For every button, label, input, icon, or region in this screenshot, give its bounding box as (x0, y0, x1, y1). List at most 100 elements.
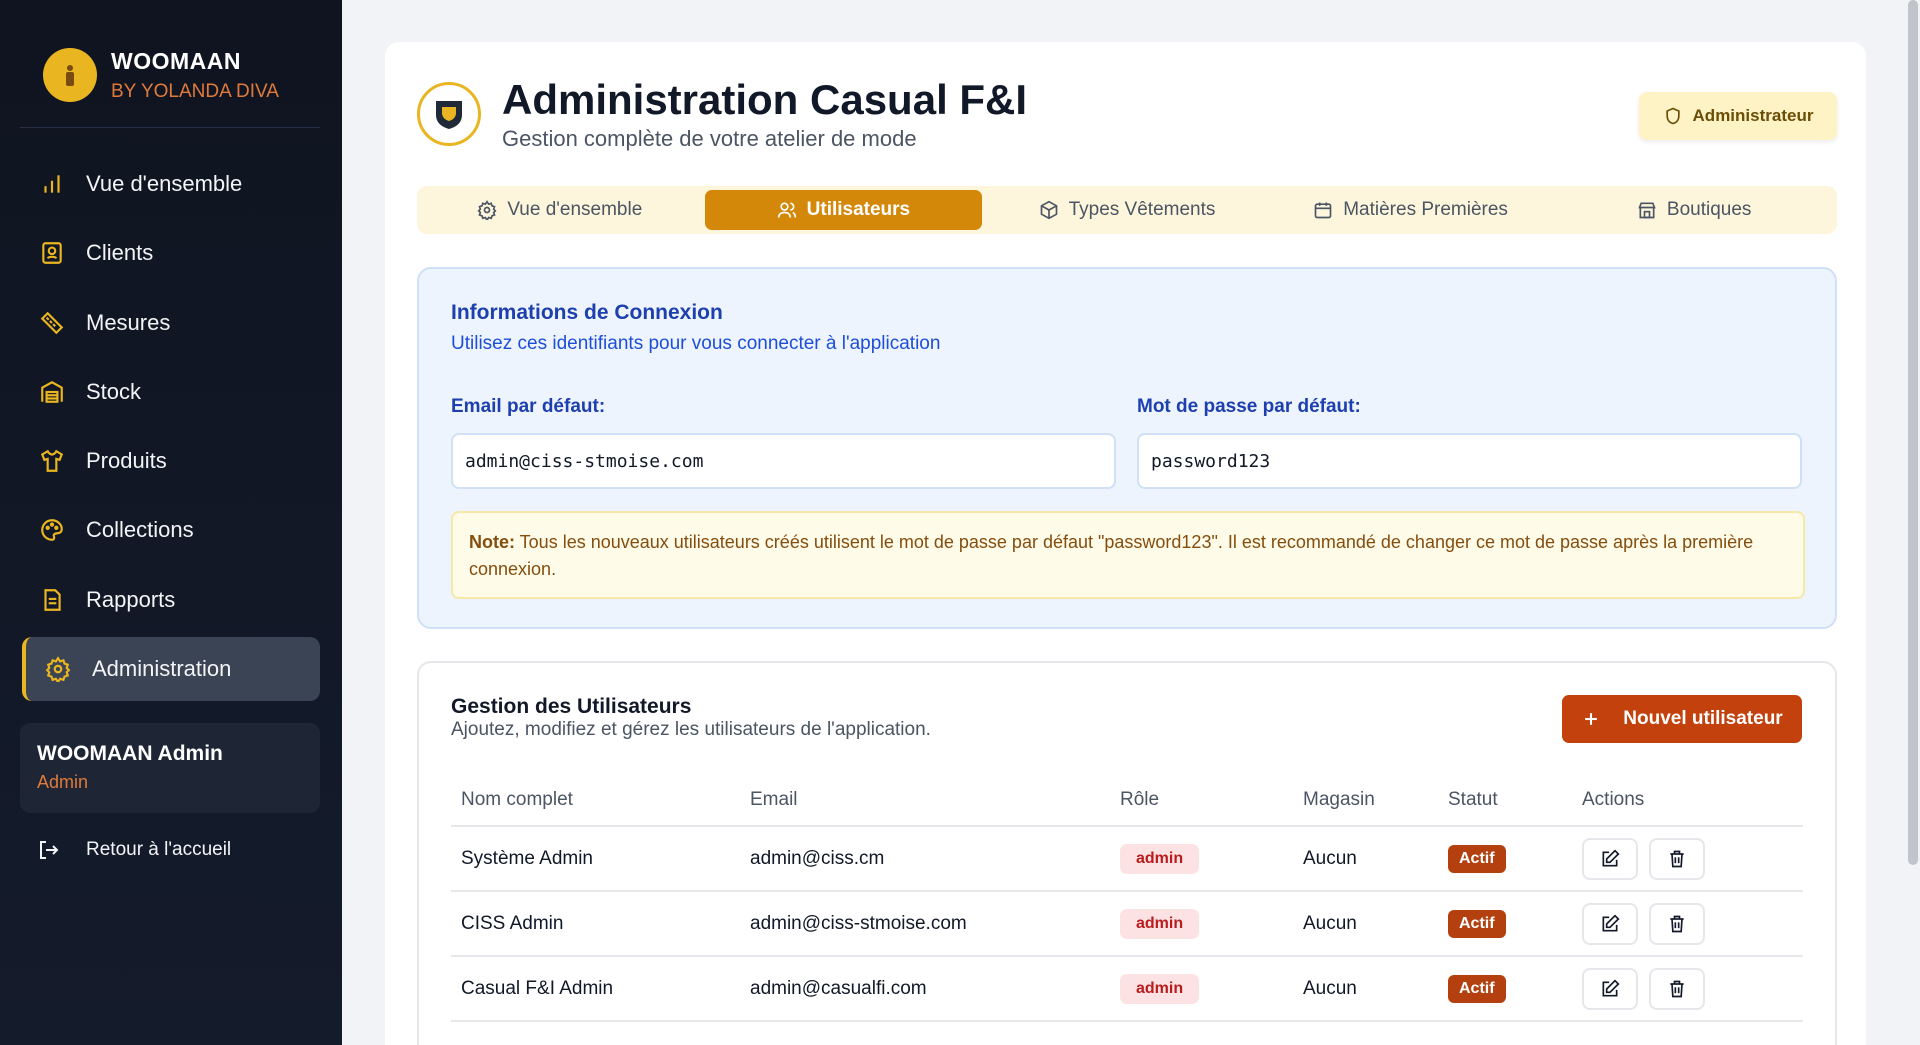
new-user-button[interactable]: Nouvel utilisateur (1562, 695, 1802, 743)
delete-button[interactable] (1649, 902, 1705, 945)
edit-button[interactable] (1582, 902, 1638, 945)
sidebar-item-label: Stock (86, 378, 142, 404)
tab-label: Utilisateurs (806, 199, 911, 220)
calendar-box-icon (1314, 202, 1332, 219)
gear-icon (44, 655, 72, 683)
palette-icon (38, 516, 66, 544)
password-field[interactable]: password123 (1137, 433, 1802, 489)
tab-garment-types[interactable]: Types Vêtements (988, 190, 1266, 230)
sidebar-item-label: Rapports (86, 586, 176, 612)
tab-label: Vue d'ensemble (507, 199, 643, 220)
back-home-link[interactable]: Retour à l'accueil (36, 838, 231, 862)
trash-icon (1670, 850, 1684, 867)
sidebar-item-measures[interactable]: Mesures (22, 291, 320, 355)
table-row: Système Admin admin@ciss.cm admin Aucun … (451, 827, 1803, 892)
role-badge-admin: admin (1120, 973, 1200, 1004)
column-header-actions: Actions (1582, 789, 1645, 810)
role-badge-label: Administrateur (1692, 106, 1814, 125)
sidebar: WOOMAAN BY YOLANDA DIVA Vue d'ensemble C… (0, 0, 342, 1045)
role-badge-admin: admin (1120, 843, 1200, 874)
status-badge: Actif (1448, 974, 1506, 1003)
sidebar-nav: Vue d'ensemble Clients Mesures Stock Pro… (22, 152, 320, 706)
page-subtitle: Gestion complète de votre atelier de mod… (502, 126, 917, 151)
warehouse-icon (38, 378, 66, 406)
tab-users[interactable]: Utilisateurs (704, 190, 983, 230)
shirt-icon (38, 447, 66, 475)
sidebar-item-clients[interactable]: Clients (22, 221, 320, 285)
tab-label: Types Vêtements (1068, 199, 1216, 220)
login-info-card: Informations de Connexion Utilisez ces i… (417, 267, 1837, 629)
user-name-cell: Casual F&I Admin (461, 977, 614, 999)
edit-icon (1602, 848, 1620, 866)
users-subtitle: Ajoutez, modifiez et gérez les utilisate… (451, 719, 931, 740)
sidebar-item-reports[interactable]: Rapports (22, 568, 320, 632)
table-row: Casual F&I Admin admin@casualfi.com admi… (451, 957, 1803, 1022)
note-prefix: Note: (469, 532, 515, 552)
sidebar-item-collections[interactable]: Collections (22, 498, 320, 562)
edit-button[interactable] (1582, 837, 1638, 880)
edit-button[interactable] (1582, 967, 1638, 1010)
users-icon (777, 202, 796, 218)
delete-button[interactable] (1649, 967, 1705, 1010)
role-badge: Administrateur (1639, 92, 1837, 140)
status-badge: Actif (1448, 844, 1506, 873)
role-badge-admin: admin (1120, 908, 1200, 939)
current-user-role: Admin (37, 772, 89, 792)
new-user-label: Nouvel utilisateur (1623, 708, 1783, 729)
ruler-icon (38, 309, 66, 337)
sidebar-item-label: Vue d'ensemble (86, 171, 243, 196)
current-user-name: WOOMAAN Admin (37, 742, 223, 765)
user-name-cell: Système Admin (461, 847, 593, 869)
brand-name: WOOMAAN (111, 48, 241, 74)
brand: WOOMAAN BY YOLANDA DIVA (20, 30, 320, 128)
store-icon (1638, 202, 1656, 219)
sidebar-item-label: Clients (86, 240, 154, 266)
main-panel: Administration Casual F&I Gestion complè… (385, 42, 1866, 1045)
shield-icon (1665, 107, 1680, 125)
bar-chart-icon (38, 170, 66, 198)
page-title: Administration Casual F&I (502, 76, 1028, 123)
tab-overview[interactable]: Vue d'ensemble (421, 190, 699, 230)
gear-icon (477, 200, 497, 220)
column-header-store: Magasin (1303, 789, 1375, 810)
user-email-cell: admin@ciss-stmoise.com (750, 912, 967, 934)
package-icon (1040, 200, 1057, 220)
document-icon (38, 586, 66, 614)
email-field[interactable]: admin@ciss-stmoise.com (451, 433, 1116, 489)
status-badge: Actif (1448, 909, 1506, 938)
delete-button[interactable] (1649, 837, 1705, 880)
column-header-role: Rôle (1120, 789, 1160, 810)
login-info-subtitle: Utilisez ces identifiants pour vous conn… (451, 333, 941, 354)
sidebar-item-label: Administration (92, 656, 232, 682)
password-label: Mot de passe par défaut: (1137, 396, 1361, 417)
tab-raw-materials[interactable]: Matières Premières (1272, 190, 1550, 230)
note-box: Note: Tous les nouveaux utilisateurs cré… (451, 511, 1805, 599)
logout-icon (40, 841, 59, 859)
trash-icon (1670, 980, 1684, 997)
sidebar-item-products[interactable]: Produits (22, 429, 320, 493)
column-header-email: Email (750, 789, 798, 810)
contact-book-icon (38, 239, 66, 267)
admin-tabs: Vue d'ensemble Utilisateurs Types Vêteme… (417, 186, 1837, 234)
email-label: Email par défaut: (451, 396, 606, 417)
current-user-card: WOOMAAN Admin Admin (20, 723, 320, 813)
edit-icon (1602, 978, 1620, 996)
casual-fi-logo (417, 82, 481, 146)
tab-label: Boutiques (1666, 199, 1752, 220)
table-row: CISS Admin admin@ciss-stmoise.com admin … (451, 892, 1803, 957)
sidebar-item-stock[interactable]: Stock (22, 360, 320, 424)
sidebar-item-administration[interactable]: Administration (22, 637, 320, 702)
edit-icon (1602, 913, 1620, 931)
scrollbar-thumb[interactable] (1908, 0, 1918, 865)
brand-subtitle: BY YOLANDA DIVA (111, 81, 279, 102)
users-management-card: Gestion des Utilisateurs Ajoutez, modifi… (417, 661, 1837, 1045)
trash-icon (1670, 915, 1684, 932)
sidebar-item-overview[interactable]: Vue d'ensemble (22, 152, 320, 216)
users-title: Gestion des Utilisateurs (451, 695, 692, 718)
scrollbar[interactable] (1906, 0, 1920, 1045)
column-header-status: Statut (1448, 789, 1498, 810)
tab-stores[interactable]: Boutiques (1555, 190, 1833, 230)
note-text: Tous les nouveaux utilisateurs créés uti… (469, 532, 1754, 579)
sidebar-item-label: Collections (86, 517, 194, 543)
user-store-cell: Aucun (1303, 847, 1357, 869)
